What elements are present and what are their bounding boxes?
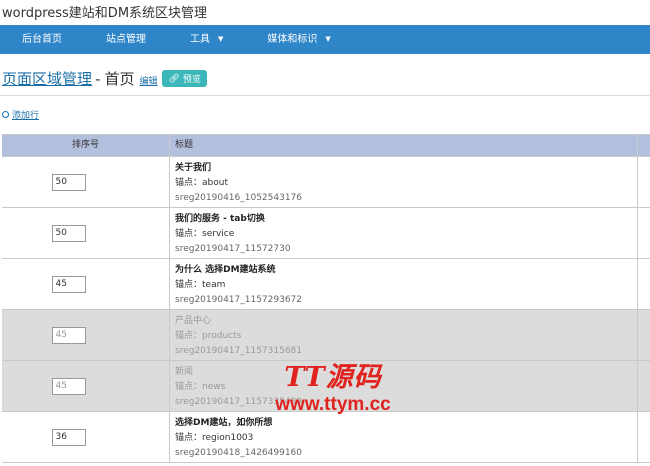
- block-anchor: 锚点：region1003: [175, 431, 637, 446]
- anchor-value: news: [202, 382, 226, 392]
- table-row: 为什么 选择DM建站系统锚点：teamsreg20190417_11572936…: [2, 259, 650, 310]
- header-title: 标题: [170, 135, 638, 156]
- anchor-prefix: 锚点：: [175, 382, 203, 392]
- anchor-prefix: 锚点：: [175, 331, 203, 341]
- block-id: sreg20190417_1157335489: [175, 397, 303, 407]
- table-row: 关于我们锚点：about sreg20190416_1052543176: [2, 157, 650, 208]
- table-row: 选择DM建站，如你所想锚点：region1003sreg20190418_142…: [2, 412, 650, 463]
- order-cell: [2, 310, 170, 360]
- title-cell: 我们的服务 - tab切换 锚点：service sreg20190417_1157…: [170, 208, 638, 258]
- divider: [0, 95, 650, 96]
- block-anchor: 锚点：service: [175, 227, 637, 242]
- block-title: 新闻: [175, 367, 194, 377]
- anchor-prefix: 锚点：: [175, 433, 203, 443]
- block-id: sreg20190417_11572730: [175, 244, 291, 254]
- extra-cell: [638, 412, 650, 462]
- block-anchor: 锚点：news: [175, 380, 637, 395]
- anchor-prefix: 锚点：: [175, 229, 203, 239]
- anchor-value: about: [202, 178, 228, 188]
- block-title: 我们的服务 - tab切换: [175, 214, 265, 224]
- order-input[interactable]: [51, 224, 86, 242]
- title-separator: -: [95, 69, 101, 88]
- nav-item-label: 媒体和标识: [267, 34, 318, 45]
- block-anchor: 锚点：team: [175, 278, 637, 293]
- title-cell: 选择DM建站，如你所想 锚点：region1003 sreg20190418_142…: [170, 412, 638, 462]
- header-extra: [638, 135, 650, 156]
- nav-item-label: 工具: [190, 34, 210, 45]
- preview-button[interactable]: 🔗︎ 预览: [162, 70, 207, 87]
- block-anchor: 锚点：products: [175, 329, 637, 344]
- caret-down-icon: ▼: [218, 35, 224, 43]
- order-input[interactable]: [51, 326, 86, 344]
- nav-item-media[interactable]: 媒体和标识 ▼: [245, 25, 352, 54]
- order-cell: [2, 157, 170, 207]
- extra-cell: [638, 157, 650, 207]
- nav-item-tools[interactable]: 工具 ▼: [168, 25, 245, 54]
- anchor-value: team: [202, 280, 226, 290]
- nav-item-site-management[interactable]: 站点管理: [84, 25, 168, 54]
- anchor-prefix: 锚点：: [175, 280, 203, 290]
- header-order: 排序号: [2, 135, 170, 156]
- order-cell: [2, 361, 170, 411]
- extra-cell: [638, 259, 650, 309]
- edit-link[interactable]: 编辑: [139, 74, 157, 87]
- nav-item-label: 后台首页: [22, 34, 62, 45]
- anchor-value: products: [202, 331, 242, 341]
- anchor-value: service: [202, 229, 235, 239]
- table-header: 排序号 标题: [2, 135, 650, 157]
- link-icon: 🔗︎: [168, 73, 180, 84]
- order-cell: [2, 259, 170, 309]
- order-input[interactable]: [51, 275, 86, 293]
- table-row: 新闻锚点：news sreg20190417_1157335489: [2, 361, 650, 412]
- title-cell: 为什么 选择DM建站系统 锚点：team sreg20190417_11572936…: [170, 259, 638, 309]
- table-row: 我们的服务 - tab切换锚点：servicesreg20190417_1157…: [2, 208, 650, 259]
- block-title: 产品中心: [175, 316, 212, 326]
- blocks-table: 排序号 标题 关于我们锚点：aboutsreg20190416_10525431…: [2, 134, 650, 463]
- order-input[interactable]: [51, 173, 86, 191]
- block-id: sreg20190417_1157315681: [175, 346, 303, 356]
- block-title: 选择DM建站，如你所想: [175, 418, 273, 428]
- app-title: wordpress建站和DM系统区块管理: [2, 6, 208, 21]
- order-input[interactable]: [51, 428, 86, 446]
- block-id: sreg20190418_1426499160: [175, 448, 303, 458]
- preview-label: 预览: [182, 75, 201, 85]
- title-cell: 产品中心锚点：products sreg20190417_1157315681: [170, 310, 638, 360]
- extra-cell: [638, 310, 650, 360]
- extra-cell: [638, 361, 650, 411]
- extra-cell: [638, 208, 650, 258]
- block-id: sreg20190417_1157293672: [175, 295, 303, 305]
- block-title: 关于我们: [175, 163, 212, 173]
- top-navbar: 后台首页 站点管理 工具 ▼ 媒体和标识 ▼: [0, 25, 650, 54]
- table-row: 产品中心锚点：products sreg20190417_1157315681: [2, 310, 650, 361]
- page-name: 首页: [104, 70, 135, 88]
- anchor-prefix: 锚点：: [175, 178, 203, 188]
- title-cell: 关于我们锚点：about sreg20190416_1052543176: [170, 157, 638, 207]
- add-circle-icon: [2, 111, 9, 118]
- block-id: sreg20190416_1052543176: [175, 193, 303, 203]
- add-row-label: 添加行: [12, 111, 40, 121]
- title-cell: 新闻锚点：news sreg20190417_1157335489: [170, 361, 638, 411]
- nav-item-label: 站点管理: [106, 34, 146, 45]
- block-anchor: 锚点：about: [175, 176, 637, 191]
- page-title: 页面区域管理 - 首页 编辑 🔗︎ 预览: [2, 68, 207, 89]
- order-input[interactable]: [51, 377, 86, 395]
- add-row-button[interactable]: 添加行: [2, 108, 39, 121]
- table-body: 关于我们锚点：aboutsreg20190416_1052543176我们的服务…: [2, 157, 650, 463]
- section-link[interactable]: 页面区域管理: [2, 68, 92, 89]
- anchor-value: region1003: [202, 433, 254, 443]
- block-title: 为什么 选择DM建站系统: [175, 265, 276, 275]
- order-cell: [2, 412, 170, 462]
- order-cell: [2, 208, 170, 258]
- nav-item-dashboard[interactable]: 后台首页: [0, 25, 84, 54]
- caret-down-icon: ▼: [325, 35, 331, 43]
